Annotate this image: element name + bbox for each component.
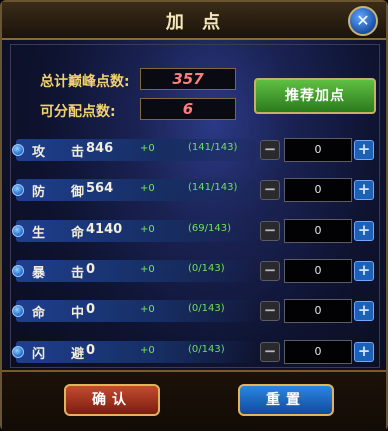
stat-row-attack: 攻击 846 +0 (141/143) − 0 + bbox=[12, 136, 378, 164]
points-input[interactable]: 0 bbox=[284, 340, 352, 364]
stat-name: 暴击 bbox=[32, 266, 111, 281]
available-points-value: 6 bbox=[140, 98, 236, 120]
plus-button[interactable]: + bbox=[354, 221, 374, 241]
confirm-button[interactable]: 确认 bbox=[64, 384, 160, 416]
stat-ratio: (141/143) bbox=[188, 142, 238, 153]
dialog-title: 加 点 bbox=[165, 12, 227, 33]
stat-bonus: +0 bbox=[140, 224, 155, 235]
allocate-points-dialog: 加 点 ✕ 总计巅峰点数: 357 可分配点数: 6 推荐加点 攻击 846 +… bbox=[0, 0, 388, 431]
plus-button[interactable]: + bbox=[354, 180, 374, 200]
plus-button[interactable]: + bbox=[354, 301, 374, 321]
stat-bonus: +0 bbox=[140, 264, 155, 275]
plus-button[interactable]: + bbox=[354, 342, 374, 362]
available-points-label: 可分配点数: bbox=[40, 104, 116, 120]
orb-icon bbox=[12, 225, 24, 237]
stat-row-defense: 防御 564 +0 (141/143) − 0 + bbox=[12, 176, 378, 204]
stat-ratio: (0/143) bbox=[188, 263, 225, 274]
recommend-allocation-button[interactable]: 推荐加点 bbox=[254, 78, 376, 114]
stat-ratio: (69/143) bbox=[188, 223, 231, 234]
stat-value: 846 bbox=[86, 141, 114, 156]
points-input[interactable]: 0 bbox=[284, 138, 352, 162]
reset-button[interactable]: 重置 bbox=[238, 384, 334, 416]
stat-bonus: +0 bbox=[140, 345, 155, 356]
stat-row-life: 生命 4140 +0 (69/143) − 0 + bbox=[12, 217, 378, 245]
stat-bonus: +0 bbox=[140, 304, 155, 315]
points-input[interactable]: 0 bbox=[284, 219, 352, 243]
points-input[interactable]: 0 bbox=[284, 259, 352, 283]
stat-name: 命中 bbox=[32, 306, 111, 321]
stat-value: 0 bbox=[86, 343, 96, 358]
orb-icon bbox=[12, 144, 24, 156]
stat-row-critical: 暴击 0 +0 (0/143) − 0 + bbox=[12, 257, 378, 285]
plus-button[interactable]: + bbox=[354, 261, 374, 281]
minus-button[interactable]: − bbox=[260, 342, 280, 362]
minus-button[interactable]: − bbox=[260, 180, 280, 200]
orb-icon bbox=[12, 184, 24, 196]
points-input[interactable]: 0 bbox=[284, 299, 352, 323]
close-icon[interactable]: ✕ bbox=[348, 6, 378, 36]
stat-value: 564 bbox=[86, 181, 114, 196]
minus-button[interactable]: − bbox=[260, 221, 280, 241]
stat-ratio: (141/143) bbox=[188, 182, 238, 193]
stat-row-dodge: 闪避 0 +0 (0/143) − 0 + bbox=[12, 338, 378, 366]
orb-icon bbox=[12, 265, 24, 277]
stat-value: 0 bbox=[86, 262, 96, 277]
orb-icon bbox=[12, 346, 24, 358]
minus-button[interactable]: − bbox=[260, 261, 280, 281]
total-points-value: 357 bbox=[140, 68, 236, 90]
minus-button[interactable]: − bbox=[260, 301, 280, 321]
stat-value: 0 bbox=[86, 302, 96, 317]
stat-ratio: (0/143) bbox=[188, 303, 225, 314]
total-points-label: 总计巅峰点数: bbox=[40, 74, 130, 90]
stat-bonus: +0 bbox=[140, 143, 155, 154]
stat-ratio: (0/143) bbox=[188, 344, 225, 355]
stat-value: 4140 bbox=[86, 222, 123, 237]
plus-button[interactable]: + bbox=[354, 140, 374, 160]
stat-bonus: +0 bbox=[140, 183, 155, 194]
points-input[interactable]: 0 bbox=[284, 178, 352, 202]
stat-name: 闪避 bbox=[32, 347, 111, 362]
orb-icon bbox=[12, 305, 24, 317]
minus-button[interactable]: − bbox=[260, 140, 280, 160]
stat-row-hit: 命中 0 +0 (0/143) − 0 + bbox=[12, 297, 378, 325]
